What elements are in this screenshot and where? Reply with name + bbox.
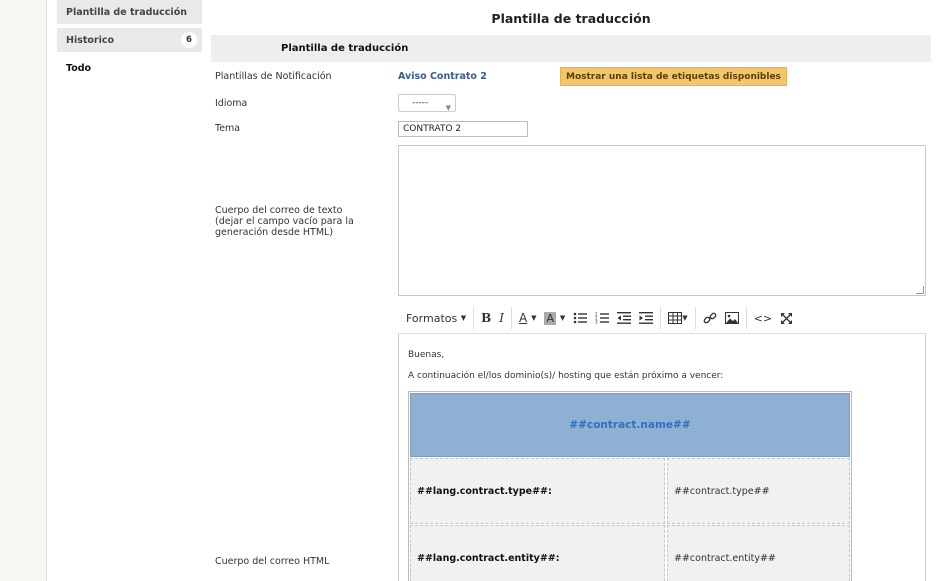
sidebar-item-label: Plantilla de traducción <box>66 6 187 18</box>
html-body-editor[interactable]: Buenas, A continuación el/los dominio(s)… <box>398 333 926 581</box>
left-gutter <box>0 0 47 581</box>
source-code-icon[interactable]: <> <box>750 306 776 330</box>
background-color-icon[interactable]: A ▼ <box>540 306 569 330</box>
editor-toolbar: Formatos ▼ B I A ▼ A ▼ 123 ▼ <> <box>398 303 926 333</box>
link-icon[interactable] <box>699 306 721 330</box>
table-cell-key: ##lang.contract.type##: <box>410 458 665 524</box>
sidebar-item-translation-template[interactable]: Plantilla de traducción <box>57 0 202 24</box>
numbered-list-icon[interactable]: 123 <box>591 306 613 330</box>
template-label: Plantillas de Notificación <box>215 71 332 82</box>
text-body-textarea[interactable] <box>398 145 926 296</box>
toolbar-divider <box>745 307 747 329</box>
page-title: Plantilla de traducción <box>491 11 651 26</box>
subject-input[interactable] <box>398 121 528 137</box>
subject-label: Tema <box>215 123 241 134</box>
bullet-list-icon[interactable] <box>569 306 591 330</box>
contract-table-header: ##contract.name## <box>410 393 850 457</box>
fullscreen-icon[interactable] <box>776 306 797 330</box>
chevron-down-icon: ▼ <box>460 314 467 322</box>
svg-text:3: 3 <box>595 320 598 325</box>
image-icon[interactable] <box>721 306 743 330</box>
show-tags-button[interactable]: Mostrar una lista de etiquetas disponibl… <box>560 67 787 86</box>
main-content: Plantilla de traducción Plantilla de tra… <box>211 0 931 581</box>
language-label: Idioma <box>215 98 248 109</box>
indent-icon[interactable] <box>635 306 657 330</box>
contract-table: ##contract.name## ##lang.contract.type##… <box>408 391 852 581</box>
editor-intro: A continuación el/los dominio(s)/ hostin… <box>408 371 724 381</box>
count-badge: 6 <box>181 32 197 48</box>
sidebar: Plantilla de traducción Historico 6 Todo <box>57 0 202 84</box>
bold-icon[interactable]: B <box>477 306 495 330</box>
editor-greeting: Buenas, <box>408 350 445 360</box>
table-row: ##lang.contract.entity##: ##contract.ent… <box>410 525 850 581</box>
toolbar-divider <box>694 307 696 329</box>
chevron-down-icon: ▼ <box>445 104 451 112</box>
italic-icon[interactable]: I <box>495 306 508 330</box>
text-color-icon[interactable]: A ▼ <box>515 306 540 330</box>
table-cell-key: ##lang.contract.entity##: <box>410 525 665 581</box>
resize-handle[interactable] <box>916 286 924 294</box>
template-link[interactable]: Aviso Contrato 2 <box>398 71 487 82</box>
table-cell-value: ##contract.type## <box>667 458 850 524</box>
html-body-label: Cuerpo del correo HTML <box>215 556 330 567</box>
table-row: ##lang.contract.type##: ##contract.type#… <box>410 458 850 524</box>
formats-dropdown[interactable]: Formatos ▼ <box>398 306 470 330</box>
sidebar-item-history[interactable]: Historico 6 <box>57 28 202 52</box>
text-body-label: Cuerpo del correo de texto (dejar el cam… <box>215 205 354 238</box>
toolbar-divider <box>660 307 662 329</box>
table-cell-value: ##contract.entity## <box>667 525 850 581</box>
section-title: Plantilla de traducción <box>211 35 931 62</box>
language-row: Idioma ----- ▼ <box>211 94 931 116</box>
table-icon[interactable]: ▼ <box>664 306 691 330</box>
sidebar-item-label: Todo <box>66 62 92 74</box>
sidebar-item-label: Historico <box>66 34 115 46</box>
outdent-icon[interactable] <box>613 306 635 330</box>
toolbar-divider <box>473 307 475 329</box>
toolbar-divider <box>511 307 513 329</box>
sidebar-item-all[interactable]: Todo <box>57 56 202 80</box>
language-select[interactable]: ----- ▼ <box>398 94 456 112</box>
